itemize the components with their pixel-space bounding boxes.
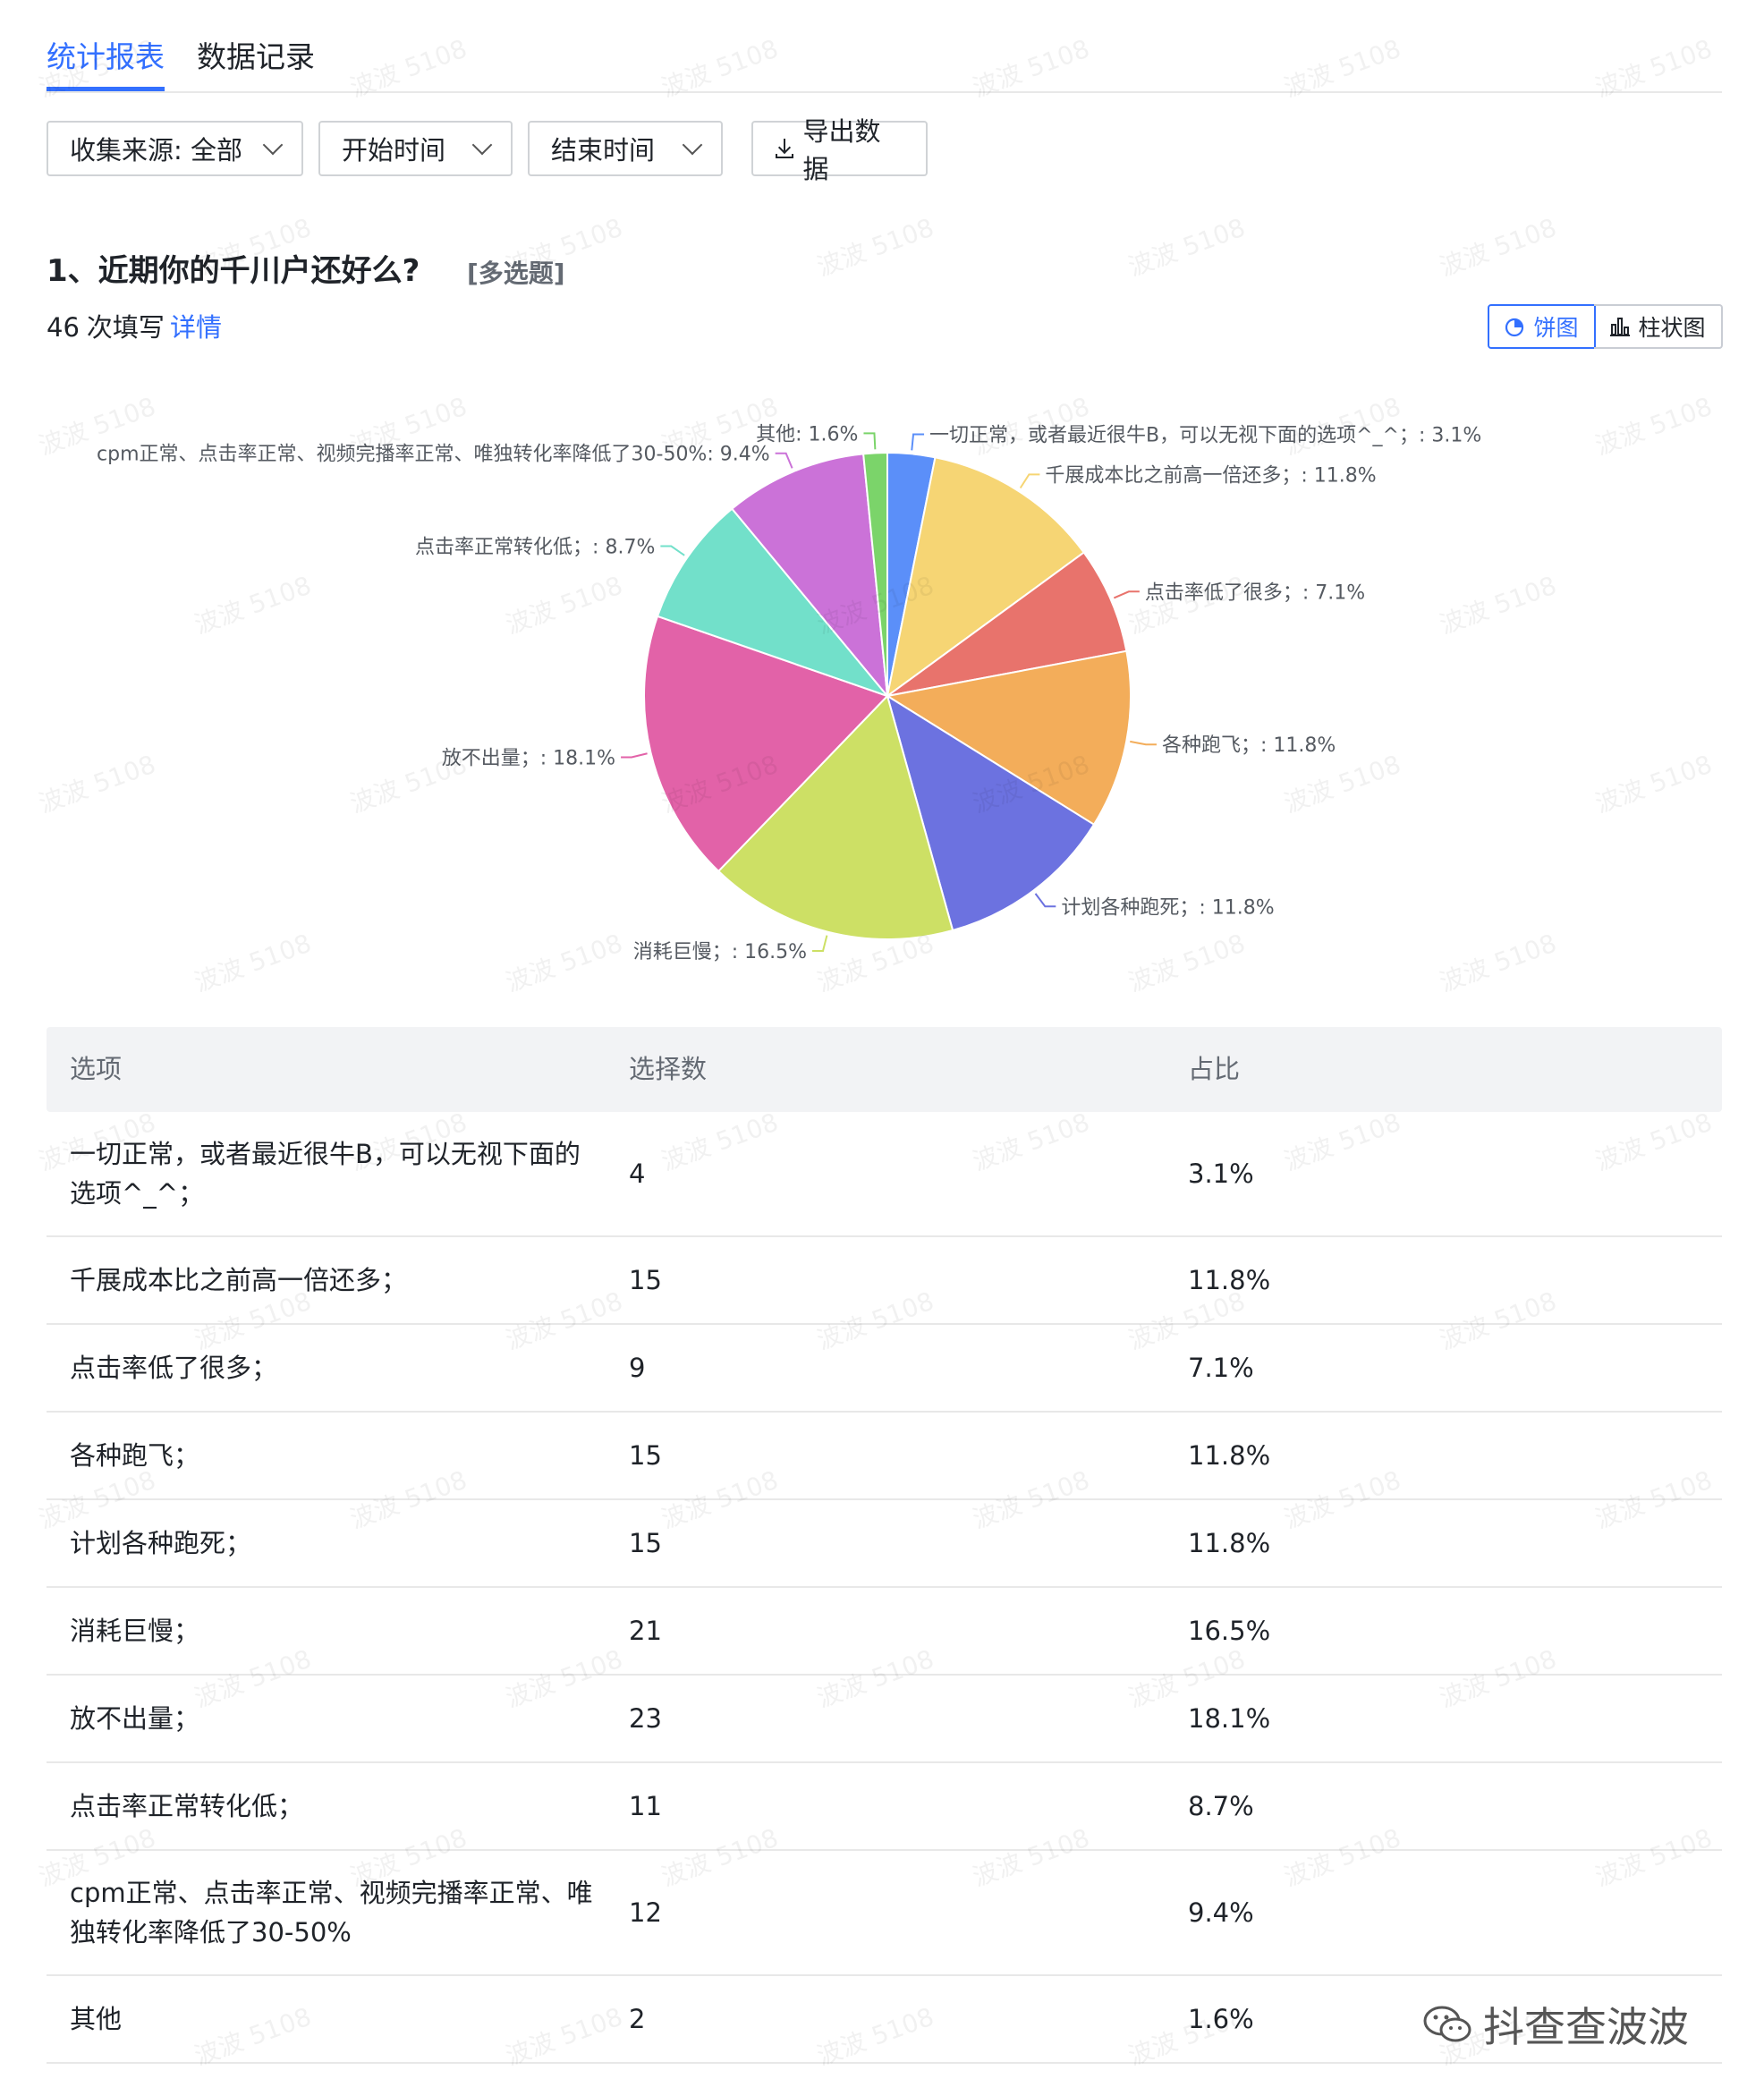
chevron-down-icon: [262, 134, 284, 156]
pie-chart-toggle[interactable]: 饼图: [1488, 304, 1596, 349]
option-cell: 放不出量；: [70, 1703, 200, 1734]
pie-data-label: 计划各种跑死；: 11.8%: [1061, 896, 1274, 919]
pie-data-label: 点击率低了很多；: 7.1%: [1145, 581, 1365, 604]
start-time-dropdown[interactable]: 开始时间: [318, 121, 513, 176]
count-cell: 2: [629, 2004, 646, 2034]
question-title: 1、近期你的千川户还好么?: [47, 253, 420, 289]
response-count-number: 46: [47, 312, 80, 343]
count-cell: 11: [629, 1791, 662, 1821]
count-cell: 21: [629, 1616, 662, 1646]
pie-leader-line: [660, 545, 685, 556]
option-cell: 千展成本比之前高一倍还多；: [70, 1265, 408, 1295]
count-cell: 15: [629, 1265, 662, 1295]
pie-data-label: 点击率正常转化低；: 8.7%: [415, 537, 655, 559]
pie-leader-line: [812, 935, 828, 953]
source-filter-dropdown[interactable]: 收集来源: 全部: [47, 121, 303, 176]
percent-cell: 16.5%: [1188, 1616, 1271, 1646]
percent-cell: 11.8%: [1188, 1265, 1271, 1295]
pie-leader-line: [863, 432, 877, 450]
page: 统计报表 数据记录 收集来源: 全部 开始时间 结束时间 导出数据 1、近期你的…: [0, 0, 1764, 2096]
pie-data-label: 其他: 1.6%: [756, 423, 858, 446]
option-cell: 点击率低了很多；: [70, 1353, 278, 1383]
response-count: 46 次填写: [47, 310, 165, 345]
percent-cell: 1.6%: [1188, 2004, 1254, 2034]
option-cell: cpm正常、点击率正常、视频完播率正常、唯独转化率降低了30-50%: [70, 1878, 593, 1947]
table-row: 各种跑飞； 15 11.8%: [47, 1413, 1722, 1500]
percent-cell: 9.4%: [1188, 1897, 1254, 1928]
percent-cell: 11.8%: [1188, 1440, 1271, 1471]
pie-data-label: cpm正常、点击率正常、视频完播率正常、唯独转化率降低了30-50%: 9.4%: [97, 444, 770, 466]
option-cell: 其他: [70, 2004, 123, 2034]
column-header-count: 选择数: [629, 1054, 708, 1084]
watermark-text: 波波 5108: [1435, 212, 1561, 283]
pie-leader-line: [911, 433, 925, 451]
tab-bar: 统计报表 数据记录: [47, 27, 1722, 93]
watermark-text: 波波 5108: [812, 212, 938, 283]
pie-data-label: 一切正常，或者最近很牛B，可以无视下面的选项^_^；: 3.1%: [929, 424, 1481, 446]
question-type-badge: [多选题]: [467, 259, 565, 288]
pie-chart-icon: [1505, 318, 1524, 337]
response-count-suffix: 次填写: [86, 312, 165, 343]
tab-data-records[interactable]: 数据记录: [197, 38, 315, 77]
pie-data-label: 放不出量；: 18.1%: [442, 747, 615, 769]
table-row: 消耗巨慢； 21 16.5%: [47, 1588, 1722, 1676]
end-time-dropdown[interactable]: 结束时间: [528, 121, 723, 176]
percent-cell: 11.8%: [1188, 1528, 1271, 1558]
table-row: 点击率正常转化低； 11 8.7%: [47, 1763, 1722, 1851]
detail-link[interactable]: 详情: [170, 310, 222, 345]
bar-chart-icon: [1610, 318, 1631, 336]
chevron-down-icon: [682, 134, 703, 156]
brand-text: 抖查查波波: [1483, 2003, 1689, 2051]
column-header-option: 选项: [70, 1054, 123, 1084]
table-row: 一切正常，或者最近很牛B，可以无视下面的选项^_^； 4 3.1%: [47, 1112, 1722, 1237]
start-time-label: 开始时间: [342, 135, 446, 165]
export-data-button[interactable]: 导出数据: [751, 116, 928, 184]
tab-stats-report[interactable]: 统计报表: [47, 38, 165, 91]
count-cell: 12: [629, 1897, 662, 1928]
pie-leader-line: [1034, 893, 1056, 908]
table-row: 千展成本比之前高一倍还多； 15 11.8%: [47, 1237, 1722, 1325]
column-header-percent: 占比: [1188, 1054, 1241, 1084]
option-cell: 计划各种跑死；: [70, 1528, 252, 1558]
count-cell: 23: [629, 1703, 662, 1734]
count-cell: 15: [629, 1440, 662, 1471]
pie-data-label: 消耗巨慢；: 16.5%: [633, 941, 807, 963]
percent-cell: 8.7%: [1188, 1791, 1254, 1821]
pie-data-label: 千展成本比之前高一倍还多；: 11.8%: [1045, 464, 1376, 487]
option-cell: 一切正常，或者最近很牛B，可以无视下面的选项^_^；: [70, 1139, 581, 1209]
bar-chart-toggle-label: 柱状图: [1638, 315, 1706, 341]
chevron-down-icon: [471, 134, 493, 156]
end-time-label: 结束时间: [551, 135, 656, 165]
brand-watermark: 抖查查波波: [1422, 1995, 1689, 2054]
pie-leader-line: [621, 752, 648, 759]
percent-cell: 3.1%: [1188, 1158, 1254, 1189]
watermark-text: 波波 5108: [1124, 212, 1250, 283]
count-cell: 9: [629, 1353, 646, 1383]
percent-cell: 18.1%: [1188, 1703, 1271, 1734]
export-data-label: 导出数据: [802, 116, 881, 184]
download-icon: [775, 138, 794, 159]
table-row: 放不出量； 23 18.1%: [47, 1676, 1722, 1763]
table-header: 选项 选择数 占比: [47, 1027, 1722, 1112]
count-cell: 4: [629, 1158, 646, 1189]
source-filter-label: 收集来源: 全部: [70, 135, 242, 165]
pie-leader-line: [1019, 473, 1040, 489]
option-cell: 点击率正常转化低；: [70, 1791, 304, 1821]
pie-leader-line: [1130, 740, 1157, 746]
percent-cell: 7.1%: [1188, 1353, 1254, 1383]
pie-leader-line: [1113, 590, 1140, 599]
option-cell: 各种跑飞；: [70, 1440, 200, 1471]
option-cell: 消耗巨慢；: [70, 1616, 200, 1646]
table-row: cpm正常、点击率正常、视频完播率正常、唯独转化率降低了30-50% 12 9.4%: [47, 1851, 1722, 1976]
pie-data-label: 各种跑飞；: 11.8%: [1162, 734, 1336, 757]
pie-chart-toggle-label: 饼图: [1533, 315, 1579, 341]
count-cell: 15: [629, 1528, 662, 1558]
pie-leader-line: [775, 452, 793, 469]
bar-chart-toggle[interactable]: 柱状图: [1594, 304, 1723, 349]
table-row: 点击率低了很多； 9 7.1%: [47, 1325, 1722, 1413]
wechat-icon: [1423, 2006, 1471, 2042]
pie-chart: 一切正常，或者最近很牛B，可以无视下面的选项^_^；: 3.1% 千展成本比之前高…: [97, 423, 1481, 963]
table-row: 计划各种跑死； 15 11.8%: [47, 1500, 1722, 1588]
